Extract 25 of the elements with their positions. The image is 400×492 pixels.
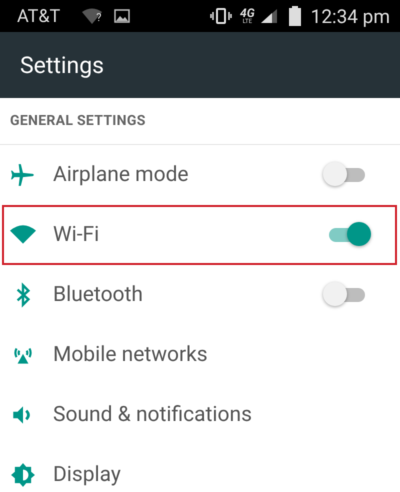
wifi-icon: [82, 8, 102, 24]
item-label: Bluetooth: [53, 283, 144, 307]
network-type: 4G: [240, 7, 255, 19]
settings-item[interactable]: Bluetooth: [0, 265, 400, 325]
settings-item[interactable]: Mobile networks: [0, 325, 400, 385]
section-header: GENERAL SETTINGS: [10, 113, 146, 129]
settings-item[interactable]: Wi-Fi: [2, 205, 397, 265]
question-mark: ?: [96, 11, 102, 24]
item-label: Mobile networks: [53, 343, 209, 367]
settings-item[interactable]: Display: [0, 445, 400, 492]
brightness-icon: [10, 462, 36, 488]
item-label: Wi-Fi: [53, 223, 100, 247]
clock-time: 12:34 pm: [310, 4, 390, 28]
item-label: Sound & notifications: [53, 403, 253, 427]
item-label: Display: [53, 463, 122, 487]
image-icon: [114, 9, 130, 23]
carrier-name: AT&T: [17, 6, 60, 26]
airplane-icon: [10, 162, 36, 188]
settings-item[interactable]: Airplane mode: [0, 145, 400, 205]
vibrate-icon: [210, 8, 232, 24]
settings-item[interactable]: Sound & notifications: [0, 385, 400, 445]
signal-icon: [260, 9, 277, 23]
screen-title: Settings: [20, 52, 104, 78]
battery-icon: [288, 6, 301, 26]
item-label: Airplane mode: [53, 163, 190, 187]
